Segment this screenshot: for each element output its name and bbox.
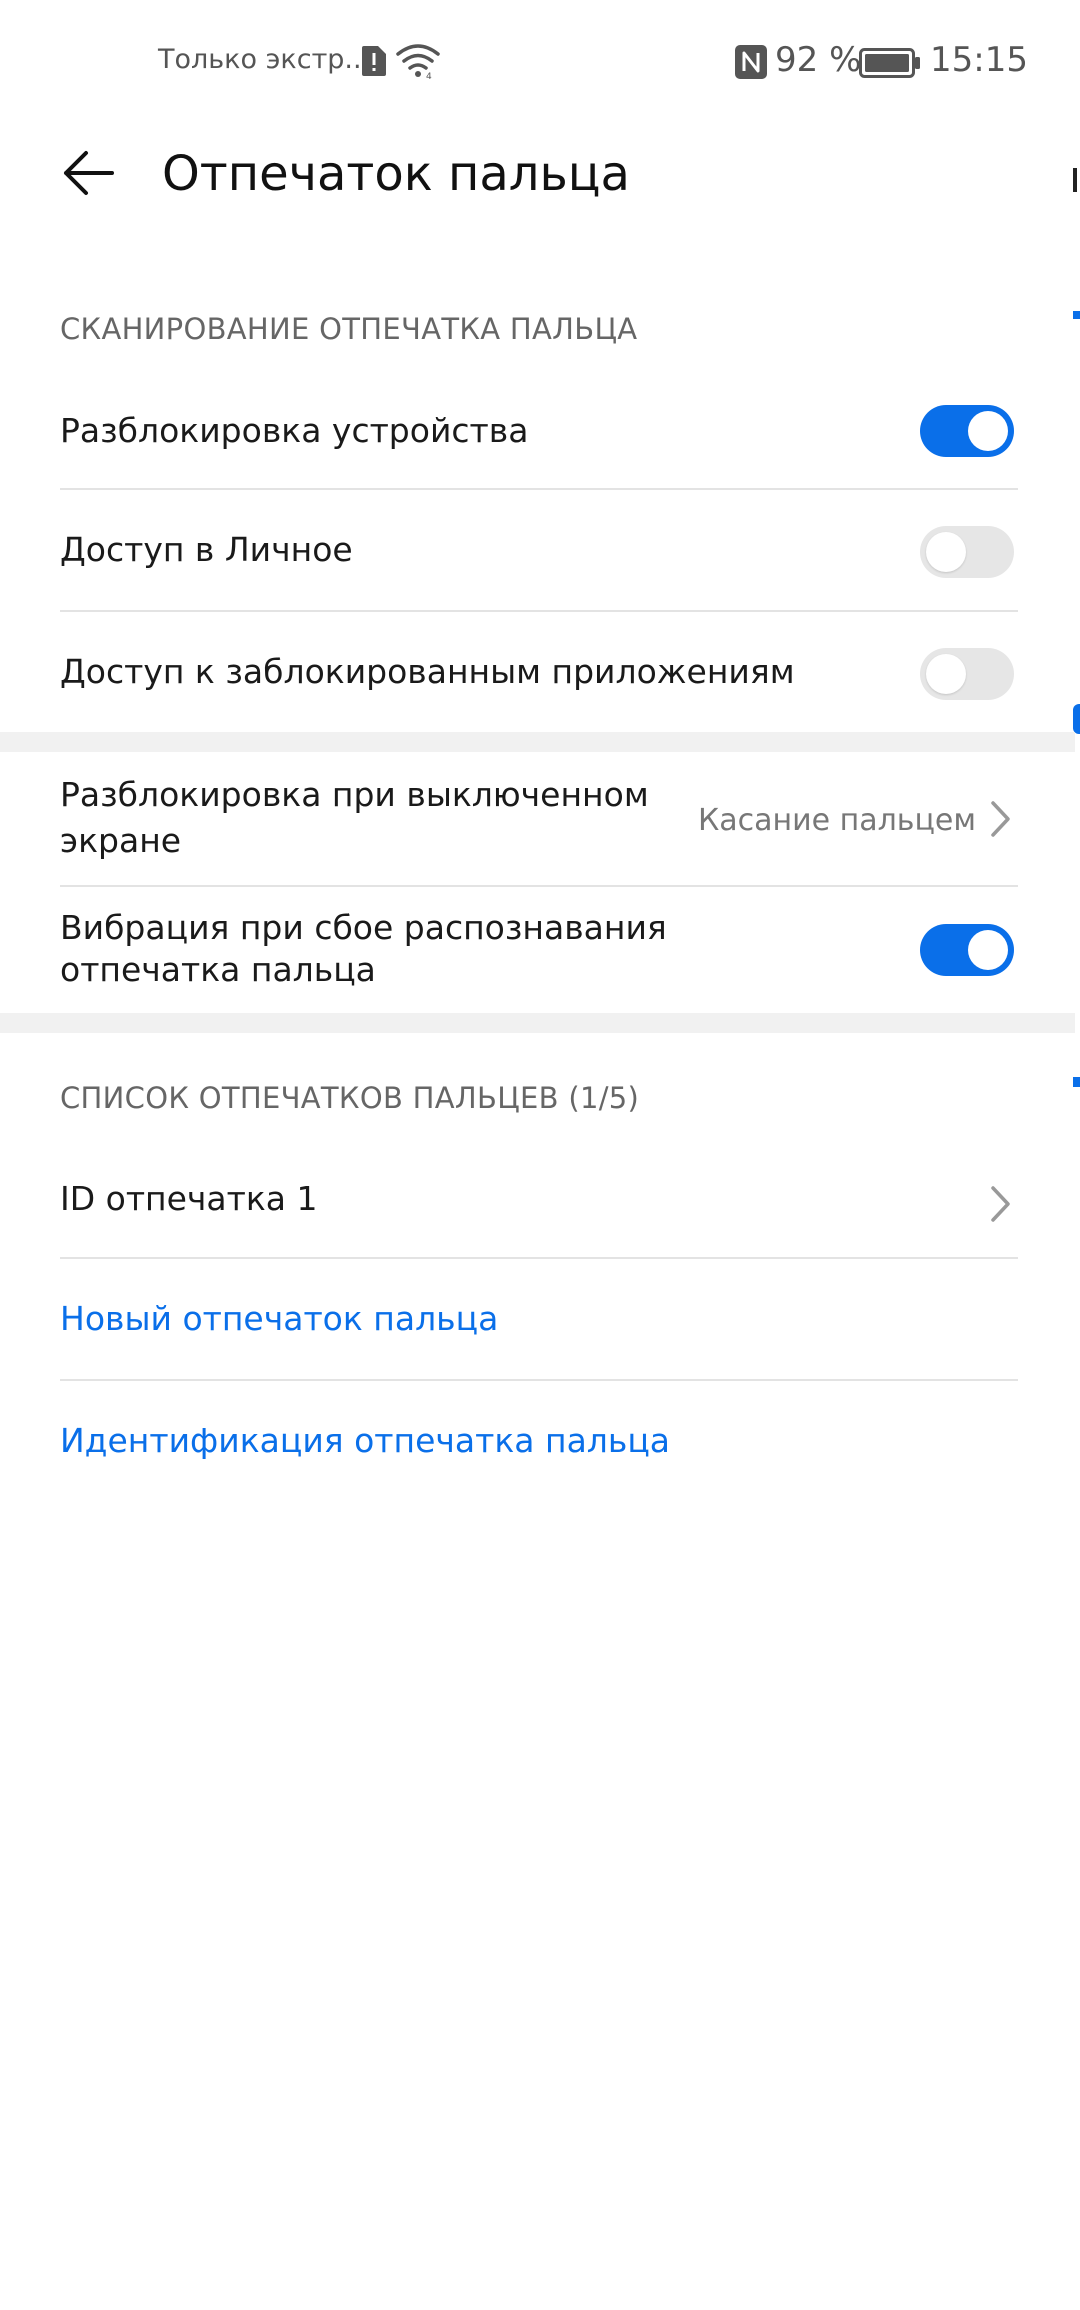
battery-percent: 92 %: [775, 40, 862, 80]
carrier-label: Только экстр....: [158, 44, 379, 75]
vibration-toggle[interactable]: [920, 924, 1014, 976]
new-fingerprint-link[interactable]: Новый отпечаток пальца: [0, 1259, 1080, 1379]
toggle-knob: [926, 654, 966, 694]
edge-peek-mark: [1073, 311, 1080, 319]
edge-peek-mark: [1073, 168, 1077, 192]
private-space-toggle[interactable]: [920, 526, 1014, 578]
device-unlock-toggle[interactable]: [920, 405, 1014, 457]
row-label: Доступ к заблокированным приложениям: [60, 652, 795, 691]
locked-apps-toggle[interactable]: [920, 648, 1014, 700]
row-label: Доступ в Личное: [60, 530, 353, 569]
section-separator: [0, 732, 1075, 752]
page-title: Отпечаток пальца: [162, 146, 630, 202]
svg-text:4: 4: [426, 72, 432, 80]
fingerprint-identification-link[interactable]: Идентификация отпечатка пальца: [0, 1381, 1080, 1501]
row-label: Разблокировка при выключенном экране: [60, 775, 649, 860]
sim-alert-icon: [362, 46, 386, 76]
row-device-unlock[interactable]: Разблокировка устройства: [0, 382, 1080, 490]
row-label: ID отпечатка 1: [60, 1179, 318, 1218]
row-vibration-on-failure[interactable]: Вибрация при сбое распознавания отпечатк…: [0, 887, 1080, 1013]
chevron-right-icon: [991, 1186, 1010, 1222]
wifi-icon: 4: [396, 44, 440, 80]
screen-off-unlock-value: Касание пальцем: [697, 803, 976, 838]
screen: Только экстр.... 4 92 % 15:15 Отпечаток …: [0, 0, 1080, 2310]
row-label: Вибрация при сбое распознавания отпечатк…: [60, 908, 667, 989]
fingerprint-identification-label: Идентификация отпечатка пальца: [60, 1421, 671, 1460]
clock: 15:15: [930, 40, 1028, 80]
edge-peek-mark: [1073, 1077, 1080, 1087]
row-locked-apps-access[interactable]: Доступ к заблокированным приложениям: [0, 612, 1080, 732]
battery-icon: [859, 48, 920, 78]
row-screen-off-unlock[interactable]: Разблокировка при выключенном экране Кас…: [0, 752, 1080, 886]
status-bar: Только экстр.... 4 92 % 15:15: [0, 0, 1080, 120]
chevron-right-icon: [991, 801, 1010, 837]
new-fingerprint-label: Новый отпечаток пальца: [60, 1299, 499, 1338]
section-separator: [0, 1013, 1075, 1033]
section-header-fingerprint-list: СПИСОК ОТПЕЧАТКОВ ПАЛЬЦЕВ (1/5): [60, 1081, 640, 1115]
toggle-knob: [968, 930, 1008, 970]
section-header-scanning: СКАНИРОВАНИЕ ОТПЕЧАТКА ПАЛЬЦА: [60, 312, 638, 346]
row-fingerprint-id-1[interactable]: ID отпечатка 1: [0, 1150, 1080, 1258]
back-arrow-icon[interactable]: [56, 138, 126, 208]
row-private-space-access[interactable]: Доступ в Личное: [0, 490, 1080, 610]
toggle-knob: [968, 411, 1008, 451]
nfc-icon: [735, 45, 767, 79]
row-label: Разблокировка устройства: [60, 411, 529, 450]
toggle-knob: [926, 532, 966, 572]
